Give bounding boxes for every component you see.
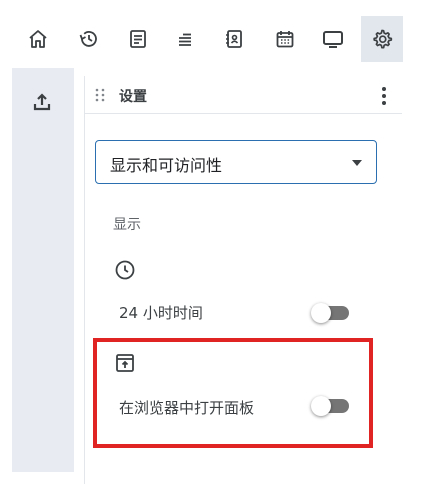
chevron-down-icon [352,160,362,166]
notes-icon [130,30,146,48]
toggle-thumb [311,303,331,323]
panel-title: 设置 [119,89,147,105]
section-label-display: 显示 [113,217,141,233]
contacts-icon [226,30,242,48]
more-vert-icon [382,87,386,105]
settings-gear-icon [373,29,393,49]
highlight-box [93,338,373,448]
top-toolbar [0,0,423,68]
upload-icon [33,93,51,111]
settings-category-select[interactable]: 显示和可访问性 [95,140,377,184]
drag-handle-icon[interactable] [94,87,106,103]
home-button[interactable] [17,16,59,62]
monitor-icon [323,31,343,48]
select-value: 显示和可访问性 [110,156,223,175]
clock-icon [115,260,135,280]
settings-button[interactable] [361,16,403,62]
calendar-icon [276,31,294,48]
notes-button[interactable] [117,16,159,62]
history-icon [79,31,97,47]
list-button[interactable] [164,16,206,62]
list-icon [179,33,191,46]
history-button[interactable] [68,16,110,62]
panel-header: 设置 [85,76,402,114]
left-rail [12,68,74,472]
more-options-button[interactable] [375,84,393,108]
home-icon [29,30,47,48]
toggle-24-hour-time[interactable] [311,303,351,323]
contacts-button[interactable] [213,16,255,62]
display-button[interactable] [312,16,354,62]
label-24-hour-time: 24 小时时间 [119,304,203,322]
upload-button[interactable] [28,88,56,116]
calendar-button[interactable] [264,16,306,62]
